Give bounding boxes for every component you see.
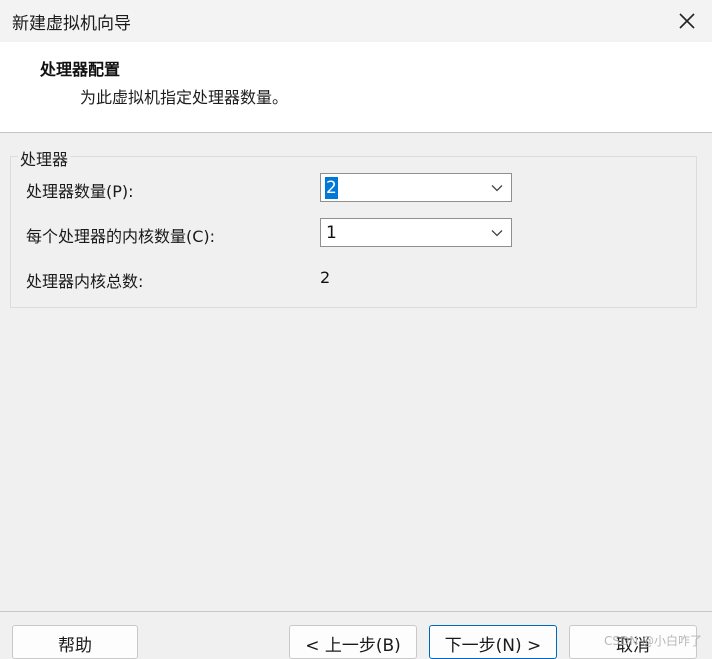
back-button[interactable]: < 上一步(B) [289,625,417,659]
processor-count-value: 2 [325,177,338,199]
watermark: CSDN @小白咋了 [604,634,703,648]
cores-per-processor-select[interactable]: 1 [320,218,512,247]
chevron-down-icon [491,230,503,237]
page-subtitle: 为此虚拟机指定处理器数量。 [80,88,289,107]
window-title: 新建虚拟机向导 [12,14,131,34]
wizard-header: 处理器配置 为此虚拟机指定处理器数量。 [0,42,712,133]
chevron-down-icon [491,185,503,192]
title-bar: 新建虚拟机向导 [0,0,712,42]
next-button[interactable]: 下一步(N) > [429,625,557,659]
total-cores-value: 2 [320,268,331,287]
cores-per-processor-label: 每个处理器的内核数量(C): [26,227,216,246]
processor-count-label: 处理器数量(P): [26,182,134,201]
close-button[interactable] [674,8,700,34]
cores-per-processor-value: 1 [326,223,337,243]
page-title: 处理器配置 [40,60,121,79]
help-button[interactable]: 帮助 [12,625,138,659]
processor-count-select[interactable]: 2 [320,173,512,202]
footer-divider [0,611,712,612]
close-icon [679,13,695,29]
processor-group-legend: 处理器 [18,146,71,170]
total-cores-label: 处理器内核总数: [26,272,144,291]
